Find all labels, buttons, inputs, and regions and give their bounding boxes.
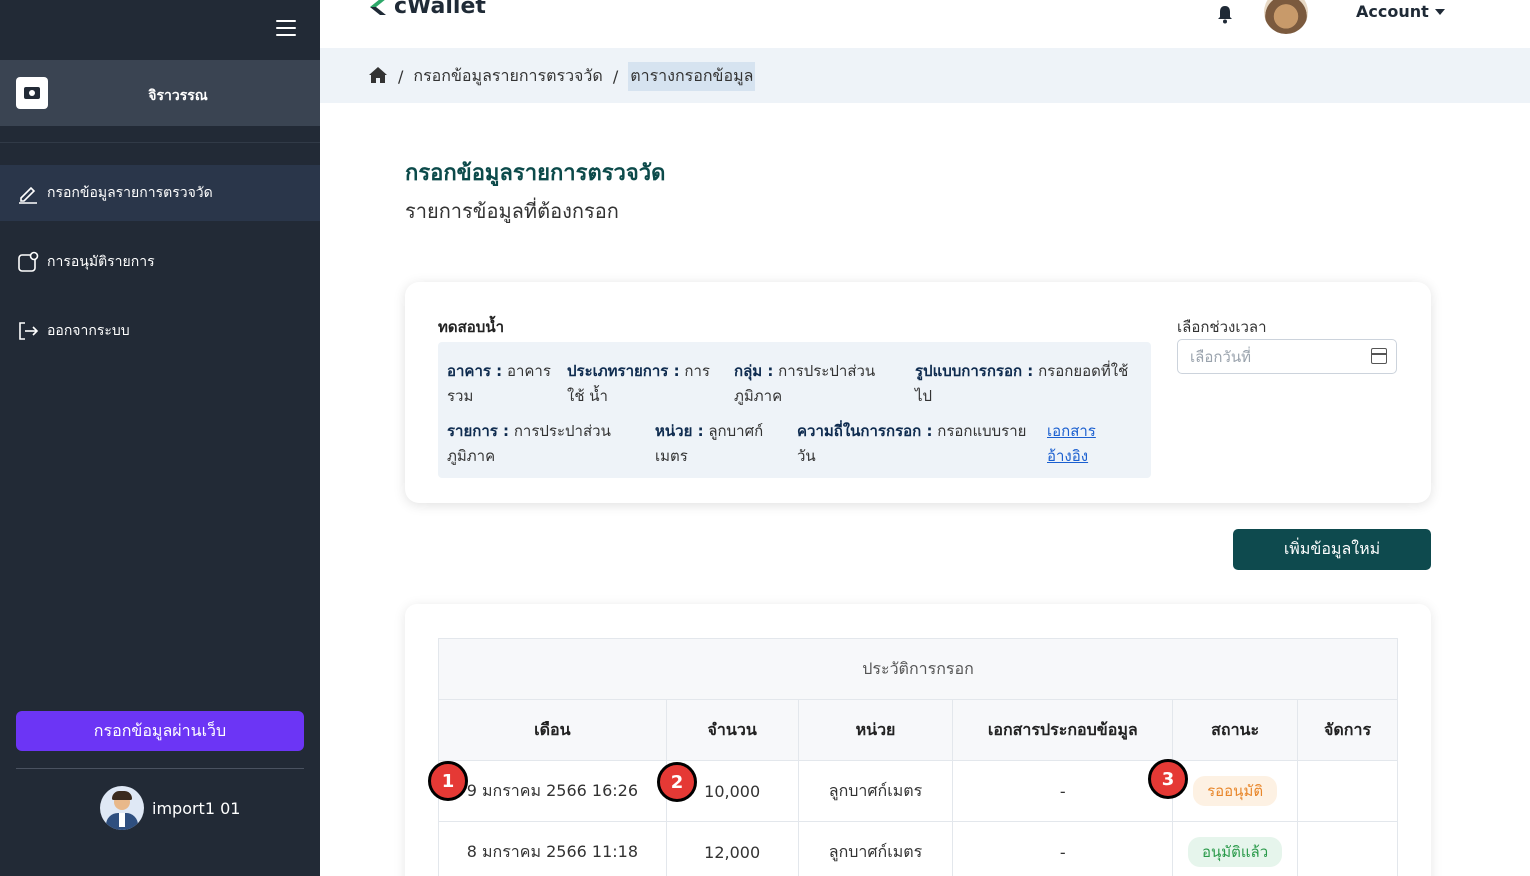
reference-link-field: เอกสาร อ้างอิง xyxy=(1047,419,1137,469)
breadcrumb-parent[interactable]: กรอกข้อมูลรายการตรวจวัด xyxy=(413,64,602,89)
cell-month: 9 มกราคม 2566 16:26 xyxy=(438,760,667,822)
format-field: รูปแบบการกรอก : กรอกยอดที่ใช้ ไป xyxy=(915,359,1145,409)
cell-status: อนุมัติแล้ว xyxy=(1172,821,1299,876)
breadcrumb-current: ตารางกรอกข้อมูล xyxy=(628,62,756,91)
status-badge: รออนุมัติ xyxy=(1193,776,1278,806)
cell-actions[interactable] xyxy=(1297,821,1398,876)
history-table: ประวัติการกรอก เดือน จำนวน หน่วย เอกสารป… xyxy=(438,638,1398,876)
date-input[interactable] xyxy=(1177,339,1397,374)
item-label: รายการ : xyxy=(447,422,510,440)
status-badge: อนุมัติแล้ว xyxy=(1188,837,1283,867)
unit-field: หน่วย : ลูกบาศก์ เมตร xyxy=(655,419,780,469)
header-amount: จำนวน xyxy=(665,699,799,761)
add-new-button[interactable]: เพิ่มข้อมูลใหม่ xyxy=(1233,529,1431,570)
sidebar-item-label: กรอกข้อมูลรายการตรวจวัด xyxy=(47,185,213,201)
cell-unit: ลูกบาศก์เมตร xyxy=(797,821,954,876)
item-field: รายการ : การประปาส่วน ภูมิภาค xyxy=(447,419,637,469)
card-title: ทดสอบน้ำ xyxy=(438,318,504,336)
pencil-icon xyxy=(17,182,39,204)
info-box: อาคาร : อาคาร รวม ประเภทรายการ : การใช้ … xyxy=(438,342,1151,478)
breadcrumb: / กรอกข้อมูลรายการตรวจวัด / ตารางกรอกข้อ… xyxy=(368,62,756,91)
breadcrumb-bar: / กรอกข้อมูลรายการตรวจวัด / ตารางกรอกข้อ… xyxy=(320,48,1530,103)
header-unit: หน่วย xyxy=(797,699,954,761)
account-menu[interactable]: Account xyxy=(1356,2,1445,21)
type-field: ประเภทรายการ : การใช้ น้ำ xyxy=(567,359,727,409)
history-card: ประวัติการกรอก เดือน จำนวน หน่วย เอกสารป… xyxy=(405,604,1431,876)
sidebar-item-label: ออกจากระบบ xyxy=(47,323,130,339)
divider xyxy=(0,142,320,143)
table-caption: ประวัติการกรอก xyxy=(438,638,1398,700)
table-header-row: เดือน จำนวน หน่วย เอกสารประกอบข้อมูล สถา… xyxy=(438,699,1398,761)
table-row[interactable]: 8 มกราคม 2566 11:18 12,000 ลูกบาศก์เมตร … xyxy=(438,821,1398,876)
table-row[interactable]: 9 มกราคม 2566 16:26 10,000 ลูกบาศก์เมตร … xyxy=(438,760,1398,822)
annotation-marker-1: 1 xyxy=(428,761,468,801)
profile-name: จิราวรรณ xyxy=(148,88,208,104)
profile-block: จิราวรรณ xyxy=(0,60,320,126)
logo[interactable]: cWallet xyxy=(368,0,486,19)
page-title: กรอกข้อมูลรายการตรวจวัด xyxy=(405,161,666,186)
header-documents: เอกสารประกอบข้อมูล xyxy=(952,699,1174,761)
divider xyxy=(16,768,304,769)
unit-label: หน่วย : xyxy=(655,422,704,440)
home-icon[interactable] xyxy=(368,66,388,88)
calendar-icon[interactable] xyxy=(1371,348,1387,364)
breadcrumb-separator: / xyxy=(612,67,619,86)
breadcrumb-separator: / xyxy=(398,67,404,86)
page-subtitle: รายการข้อมูลที่ต้องกรอก xyxy=(405,199,619,223)
caret-down-icon xyxy=(1434,8,1445,15)
user-profile[interactable]: import1 01 xyxy=(100,786,240,830)
cell-month: 8 มกราคม 2566 11:18 xyxy=(438,821,667,876)
building-field: อาคาร : อาคาร รวม xyxy=(447,359,557,409)
logo-icon xyxy=(368,0,388,17)
group-label: กลุ่ม : xyxy=(734,362,774,380)
period-label: เลือกช่วงเวลา xyxy=(1177,318,1267,336)
building-label: อาคาร : xyxy=(447,362,503,380)
logo-text: cWallet xyxy=(394,0,486,19)
annotation-marker-2: 2 xyxy=(657,762,697,802)
account-avatar[interactable] xyxy=(1264,0,1308,34)
header-month: เดือน xyxy=(438,699,667,761)
header-actions: จัดการ xyxy=(1297,699,1398,761)
web-entry-button[interactable]: กรอกข้อมูลผ่านเว็บ xyxy=(16,711,304,751)
cell-status: รออนุมัติ xyxy=(1172,760,1299,822)
sidebar-item-label: การอนุมัติรายการ xyxy=(47,254,155,270)
cell-unit: ลูกบาศก์เมตร xyxy=(797,760,954,822)
sidebar-item-approval[interactable]: การอนุมัติรายการ xyxy=(0,234,320,290)
logout-icon xyxy=(17,320,39,342)
top-bar: cWallet Account xyxy=(320,0,1530,48)
group-field: กลุ่ม : การประปาส่วน ภูมิภาค xyxy=(734,359,894,409)
reference-document-link[interactable]: เอกสาร อ้างอิง xyxy=(1047,422,1096,465)
bell-icon[interactable] xyxy=(1216,4,1234,28)
frequency-label: ความถี่ในการกรอก : xyxy=(797,422,933,440)
annotation-marker-3: 3 xyxy=(1148,759,1188,799)
approval-icon xyxy=(17,251,39,273)
user-name: import1 01 xyxy=(152,798,241,818)
sidebar-item-measurement[interactable]: กรอกข้อมูลรายการตรวจวัด xyxy=(0,165,320,221)
sidebar-item-logout[interactable]: ออกจากระบบ xyxy=(0,303,320,359)
cell-actions[interactable] xyxy=(1297,760,1398,822)
avatar xyxy=(100,786,144,830)
header-status: สถานะ xyxy=(1172,699,1299,761)
cell-document: - xyxy=(952,760,1174,822)
format-label: รูปแบบการกรอก : xyxy=(915,362,1034,380)
cell-document: - xyxy=(952,821,1174,876)
type-label: ประเภทรายการ : xyxy=(567,362,680,380)
frequency-field: ความถี่ในการกรอก : กรอกแบบราย วัน xyxy=(797,419,1042,469)
menu-icon[interactable] xyxy=(276,20,296,36)
account-label: Account xyxy=(1356,2,1429,21)
sidebar: จิราวรรณ กรอกข้อมูลรายการตรวจวัด การอนุม… xyxy=(0,0,320,876)
info-card: ทดสอบน้ำ อาคาร : อาคาร รวม ประเภทรายการ … xyxy=(405,282,1431,503)
cell-amount: 12,000 xyxy=(665,821,799,876)
